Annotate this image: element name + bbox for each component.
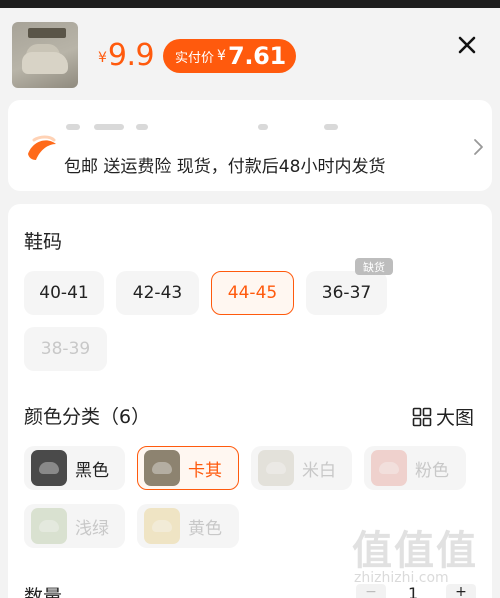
color-option-khaki[interactable]: 卡其 xyxy=(137,446,239,490)
thumbnail-band xyxy=(28,28,66,38)
top-strip xyxy=(0,0,500,8)
obscured-text xyxy=(324,124,338,130)
quantity-decrease-button[interactable]: − xyxy=(356,584,386,598)
size-option-42-43[interactable]: 42-43 xyxy=(116,271,199,315)
actual-pay-amount: 7.61 xyxy=(227,42,286,70)
color-swatch-light-green xyxy=(31,508,67,544)
price-symbol: ¥ xyxy=(98,50,107,66)
price-value: 9.9 xyxy=(107,38,155,73)
close-icon[interactable] xyxy=(454,32,480,58)
obscured-text xyxy=(66,124,80,130)
color-section-title: 颜色分类（6） xyxy=(24,406,151,428)
shipping-info-text: 包邮 送运费险 现货，付款后48小时内发货 xyxy=(64,157,386,177)
price: ¥9.9 xyxy=(98,38,155,73)
color-swatch-khaki xyxy=(144,450,180,486)
size-option-44-45[interactable]: 44-45 xyxy=(211,271,294,315)
color-label-pink: 粉色 xyxy=(415,460,449,481)
quantity-value[interactable]: 1 xyxy=(408,584,418,598)
actual-pay-label: 实付价 xyxy=(175,50,215,66)
color-swatch-pink xyxy=(371,450,407,486)
color-label-khaki: 卡其 xyxy=(188,460,222,481)
color-label-off-white: 米白 xyxy=(302,460,336,481)
size-option-40-41[interactable]: 40-41 xyxy=(24,271,104,315)
quantity-increase-button[interactable]: + xyxy=(446,584,476,598)
obscured-text xyxy=(94,124,124,130)
shipping-info-card[interactable]: 包邮 送运费险 现货，付款后48小时内发货 xyxy=(8,100,492,191)
color-swatch-yellow xyxy=(144,508,180,544)
obscured-text xyxy=(136,124,148,130)
color-swatch-black xyxy=(31,450,67,486)
store-logo-icon xyxy=(28,135,56,160)
size-option-36-37[interactable]: 36-37 xyxy=(306,271,387,315)
obscured-text xyxy=(258,124,268,130)
grid-icon xyxy=(412,407,432,426)
size-option-38-39[interactable]: 38-39 xyxy=(24,327,107,371)
color-option-pink[interactable]: 粉色 xyxy=(364,446,466,490)
large-image-toggle[interactable]: 大图 xyxy=(412,403,474,430)
large-image-label: 大图 xyxy=(436,407,475,429)
size-section-title: 鞋码 xyxy=(24,231,63,253)
actual-pay-symbol: ¥ xyxy=(217,48,226,64)
color-label-light-green: 浅绿 xyxy=(75,518,109,539)
out-of-stock-badge: 缺货 xyxy=(355,258,393,275)
color-option-light-green[interactable]: 浅绿 xyxy=(24,504,125,548)
quantity-label: 数量 xyxy=(24,586,63,598)
thumbnail-slipper-sole xyxy=(22,52,68,74)
color-label-yellow: 黄色 xyxy=(188,518,222,539)
watermark-logo-text: 值值值 xyxy=(352,528,478,574)
color-option-yellow[interactable]: 黄色 xyxy=(137,504,239,548)
chevron-right-icon[interactable] xyxy=(472,136,486,158)
color-option-off-white[interactable]: 米白 xyxy=(251,446,352,490)
actual-pay-badge: 实付价 ¥ 7.61 xyxy=(163,39,296,73)
color-option-black[interactable]: 黑色 xyxy=(24,446,125,490)
color-swatch-off-white xyxy=(258,450,294,486)
color-label-black: 黑色 xyxy=(75,460,109,481)
product-thumbnail[interactable] xyxy=(12,22,78,88)
